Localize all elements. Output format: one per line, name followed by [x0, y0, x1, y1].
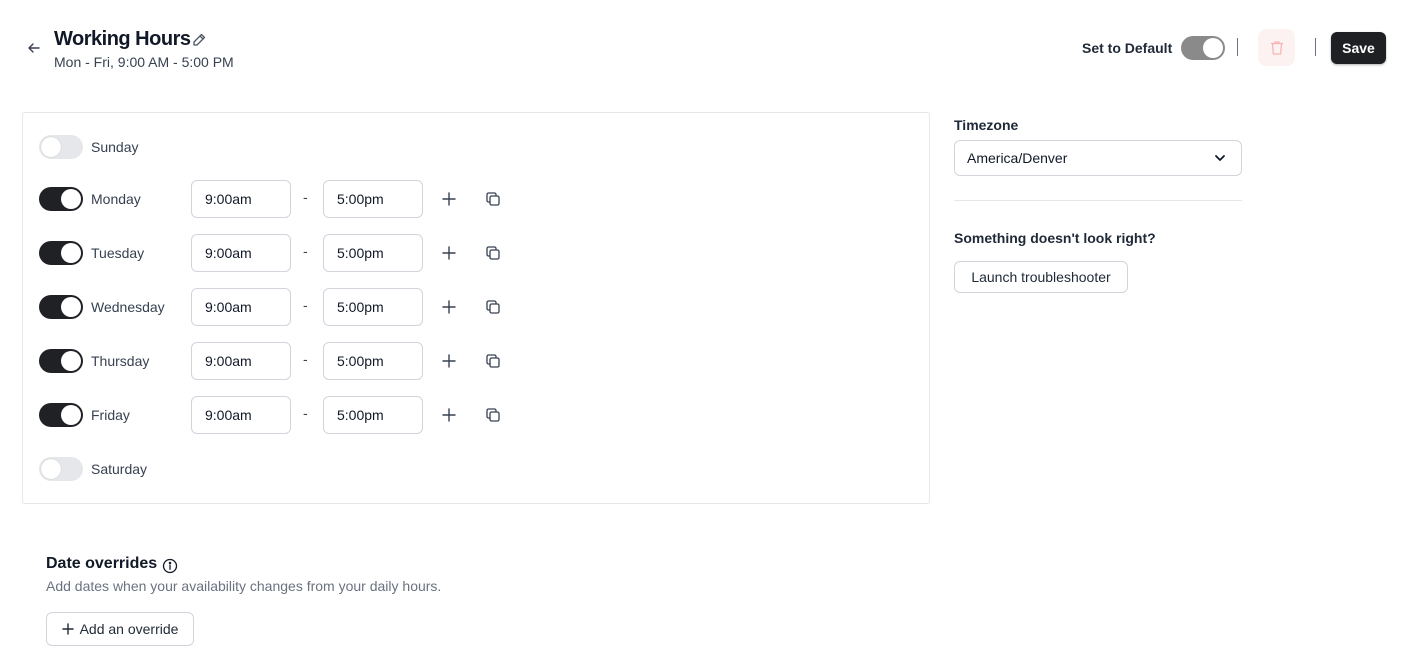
- time-separator: -: [303, 405, 308, 421]
- toggle-knob: [1203, 38, 1223, 58]
- page-header: Working Hours Mon - Fri, 9:00 AM - 5:00 …: [0, 0, 1408, 96]
- day-row-sunday: Sunday: [39, 127, 919, 167]
- end-time-input[interactable]: 5:00pm: [323, 234, 423, 272]
- start-time-input[interactable]: 9:00am: [191, 180, 291, 218]
- back-arrow-icon[interactable]: [24, 38, 44, 58]
- start-time-input[interactable]: 9:00am: [191, 288, 291, 326]
- day-row-tuesday: Tuesday 9:00am - 5:00pm: [39, 233, 919, 273]
- set-default-toggle[interactable]: [1181, 36, 1225, 60]
- section-divider: [954, 200, 1242, 201]
- date-overrides-description: Add dates when your availability changes…: [46, 578, 442, 594]
- plus-icon[interactable]: [439, 405, 459, 425]
- day-toggle-monday[interactable]: [39, 187, 83, 211]
- page-title: Working Hours: [54, 28, 191, 50]
- set-default-label: Set to Default: [1082, 40, 1173, 56]
- copy-icon[interactable]: [483, 189, 503, 209]
- day-label: Wednesday: [91, 299, 165, 315]
- day-label: Monday: [91, 191, 141, 207]
- time-separator: -: [303, 243, 308, 259]
- toggle-knob: [61, 189, 81, 209]
- start-time-input[interactable]: 9:00am: [191, 396, 291, 434]
- divider-bar: [1237, 38, 1238, 56]
- timezone-value: America/Denver: [967, 150, 1068, 166]
- add-override-label: Add an override: [79, 621, 179, 637]
- plus-icon: [61, 623, 74, 635]
- pencil-icon[interactable]: [191, 32, 207, 48]
- toggle-knob: [61, 243, 81, 263]
- time-separator: -: [303, 189, 308, 205]
- day-toggle-friday[interactable]: [39, 403, 83, 427]
- weekly-schedule: Sunday Monday 9:00am - 5:00pm Tuesday 9:…: [22, 112, 930, 504]
- day-label: Friday: [91, 407, 130, 423]
- delete-button[interactable]: [1258, 29, 1295, 66]
- add-override-button[interactable]: Add an override: [46, 612, 194, 646]
- copy-icon[interactable]: [483, 405, 503, 425]
- timezone-select[interactable]: America/Denver: [954, 140, 1242, 176]
- toggle-knob: [61, 405, 81, 425]
- day-row-saturday: Saturday: [39, 449, 919, 489]
- launch-troubleshooter-button[interactable]: Launch troubleshooter: [954, 261, 1128, 293]
- timezone-label: Timezone: [954, 117, 1019, 133]
- day-toggle-thursday[interactable]: [39, 349, 83, 373]
- day-label: Thursday: [91, 353, 150, 369]
- day-row-wednesday: Wednesday 9:00am - 5:00pm: [39, 287, 919, 327]
- date-overrides-title: Date overrides: [46, 555, 158, 572]
- divider-bar: [1315, 38, 1316, 56]
- schedule-summary: Mon - Fri, 9:00 AM - 5:00 PM: [54, 54, 234, 70]
- toggle-knob: [41, 459, 61, 479]
- chevron-down-icon: [1215, 155, 1225, 161]
- day-toggle-wednesday[interactable]: [39, 295, 83, 319]
- time-separator: -: [303, 351, 308, 367]
- day-row-friday: Friday 9:00am - 5:00pm: [39, 395, 919, 435]
- end-time-input[interactable]: 5:00pm: [323, 288, 423, 326]
- trash-icon: [1270, 40, 1283, 55]
- day-toggle-sunday[interactable]: [39, 135, 83, 159]
- day-label: Sunday: [91, 139, 139, 155]
- troubleshoot-prompt: Something doesn't look right?: [954, 230, 1156, 246]
- save-button[interactable]: Save: [1331, 32, 1386, 64]
- end-time-input[interactable]: 5:00pm: [323, 396, 423, 434]
- toggle-knob: [61, 297, 81, 317]
- day-label: Tuesday: [91, 245, 145, 261]
- copy-icon[interactable]: [483, 297, 503, 317]
- day-toggle-tuesday[interactable]: [39, 241, 83, 265]
- copy-icon[interactable]: [483, 243, 503, 263]
- day-row-monday: Monday 9:00am - 5:00pm: [39, 179, 919, 219]
- copy-icon[interactable]: [483, 351, 503, 371]
- day-toggle-saturday[interactable]: [39, 457, 83, 481]
- plus-icon[interactable]: [439, 351, 459, 371]
- start-time-input[interactable]: 9:00am: [191, 234, 291, 272]
- time-separator: -: [303, 297, 308, 313]
- info-icon[interactable]: [162, 558, 178, 574]
- toggle-knob: [41, 137, 61, 157]
- plus-icon[interactable]: [439, 297, 459, 317]
- day-label: Saturday: [91, 461, 148, 477]
- toggle-knob: [61, 351, 81, 371]
- plus-icon[interactable]: [439, 243, 459, 263]
- end-time-input[interactable]: 5:00pm: [323, 180, 423, 218]
- plus-icon[interactable]: [439, 189, 459, 209]
- start-time-input[interactable]: 9:00am: [191, 342, 291, 380]
- day-row-thursday: Thursday 9:00am - 5:00pm: [39, 341, 919, 381]
- end-time-input[interactable]: 5:00pm: [323, 342, 423, 380]
